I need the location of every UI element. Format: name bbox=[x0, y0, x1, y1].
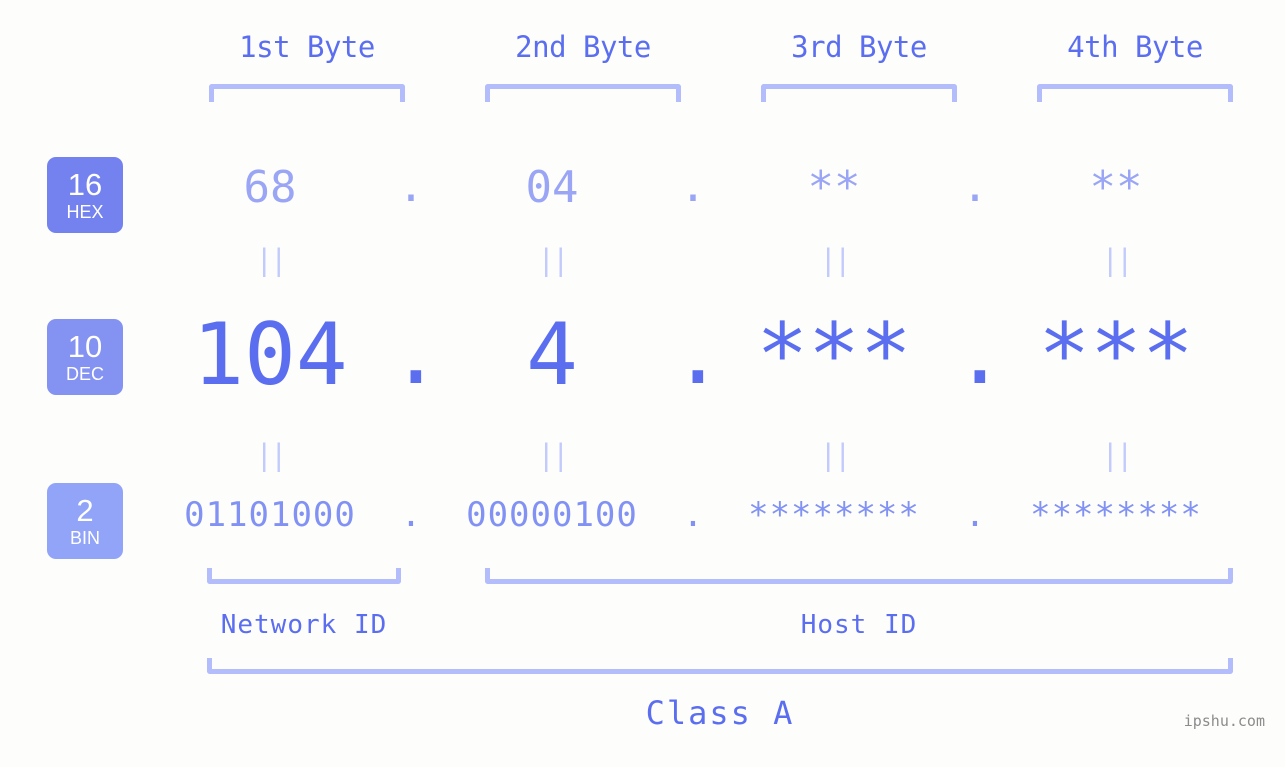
byte-bracket-top-1 bbox=[209, 84, 405, 102]
hex-value-row: 68 . 04 . ** . ** bbox=[150, 152, 1285, 222]
equals-symbol-6: || bbox=[537, 438, 570, 472]
equals-symbol-8: || bbox=[1101, 438, 1134, 472]
equals-symbol-5: || bbox=[255, 438, 288, 472]
base-badge-bin: 2 BIN bbox=[47, 483, 123, 559]
hex-byte-1: 68 bbox=[243, 161, 297, 213]
network-id-bracket bbox=[207, 568, 401, 584]
base-badge-bin-number: 2 bbox=[76, 493, 94, 528]
hex-separator-1: . bbox=[397, 160, 425, 212]
equals-row-dec-bin: || || || || bbox=[150, 441, 1285, 470]
equals-symbol-1: || bbox=[255, 243, 288, 277]
class-label: Class A bbox=[645, 694, 795, 732]
bin-byte-3: ******** bbox=[748, 495, 920, 535]
hex-byte-3: ** bbox=[807, 161, 861, 213]
base-badge-bin-name: BIN bbox=[69, 528, 100, 548]
dec-value-row: 104 . 4 . *** . *** bbox=[150, 300, 1285, 410]
hex-byte-4: ** bbox=[1089, 161, 1143, 213]
ip-address-breakdown-diagram: 1st Byte 2nd Byte 3rd Byte 4th Byte 16 H… bbox=[0, 0, 1285, 767]
equals-spacer bbox=[672, 441, 714, 470]
base-badge-dec: 10 DEC bbox=[47, 319, 123, 395]
byte-bracket-top-4 bbox=[1037, 84, 1233, 102]
bin-byte-2: 00000100 bbox=[466, 495, 638, 535]
byte-bracket-top-3 bbox=[761, 84, 957, 102]
bin-separator-3: . bbox=[964, 494, 986, 535]
equals-spacer bbox=[390, 246, 432, 275]
equals-symbol-7: || bbox=[819, 438, 852, 472]
base-badge-hex-name: HEX bbox=[66, 202, 104, 222]
equals-spacer bbox=[672, 246, 714, 275]
bin-byte-4: ******** bbox=[1030, 495, 1202, 535]
base-badge-dec-number: 10 bbox=[67, 329, 103, 364]
dec-byte-3: *** bbox=[756, 305, 912, 405]
hex-separator-2: . bbox=[679, 160, 707, 212]
equals-symbol-2: || bbox=[537, 243, 570, 277]
site-watermark: ipshu.com bbox=[1183, 712, 1265, 730]
network-id-label: Network ID bbox=[220, 610, 388, 640]
dec-byte-1: 104 bbox=[192, 305, 348, 405]
byte-header-4: 4th Byte bbox=[1067, 30, 1203, 64]
equals-row-hex-dec: || || || || bbox=[150, 246, 1285, 275]
base-badge-hex-number: 16 bbox=[67, 167, 103, 202]
equals-symbol-4: || bbox=[1101, 243, 1134, 277]
equals-symbol-3: || bbox=[819, 243, 852, 277]
byte-bracket-top-2 bbox=[485, 84, 681, 102]
dec-separator-1: . bbox=[390, 304, 442, 405]
equals-spacer bbox=[954, 441, 996, 470]
dec-byte-4: *** bbox=[1038, 305, 1194, 405]
byte-header-3: 3rd Byte bbox=[791, 30, 927, 64]
byte-header-1: 1st Byte bbox=[239, 30, 375, 64]
base-badge-hex: 16 HEX bbox=[47, 157, 123, 233]
base-badge-dec-name: DEC bbox=[65, 364, 104, 384]
dec-separator-3: . bbox=[954, 304, 1006, 405]
byte-header-2: 2nd Byte bbox=[515, 30, 651, 64]
equals-spacer bbox=[390, 441, 432, 470]
bin-separator-1: . bbox=[400, 494, 422, 535]
host-id-bracket bbox=[485, 568, 1233, 584]
bin-value-row: 01101000 . 00000100 . ******** . *******… bbox=[150, 485, 1285, 545]
dec-byte-2: 4 bbox=[526, 305, 578, 405]
dec-separator-2: . bbox=[672, 304, 724, 405]
bin-byte-1: 01101000 bbox=[184, 495, 356, 535]
hex-byte-2: 04 bbox=[525, 161, 579, 213]
class-bracket bbox=[207, 658, 1233, 674]
hex-separator-3: . bbox=[961, 160, 989, 212]
bin-separator-2: . bbox=[682, 494, 704, 535]
host-id-label: Host ID bbox=[800, 610, 918, 640]
equals-spacer bbox=[954, 246, 996, 275]
